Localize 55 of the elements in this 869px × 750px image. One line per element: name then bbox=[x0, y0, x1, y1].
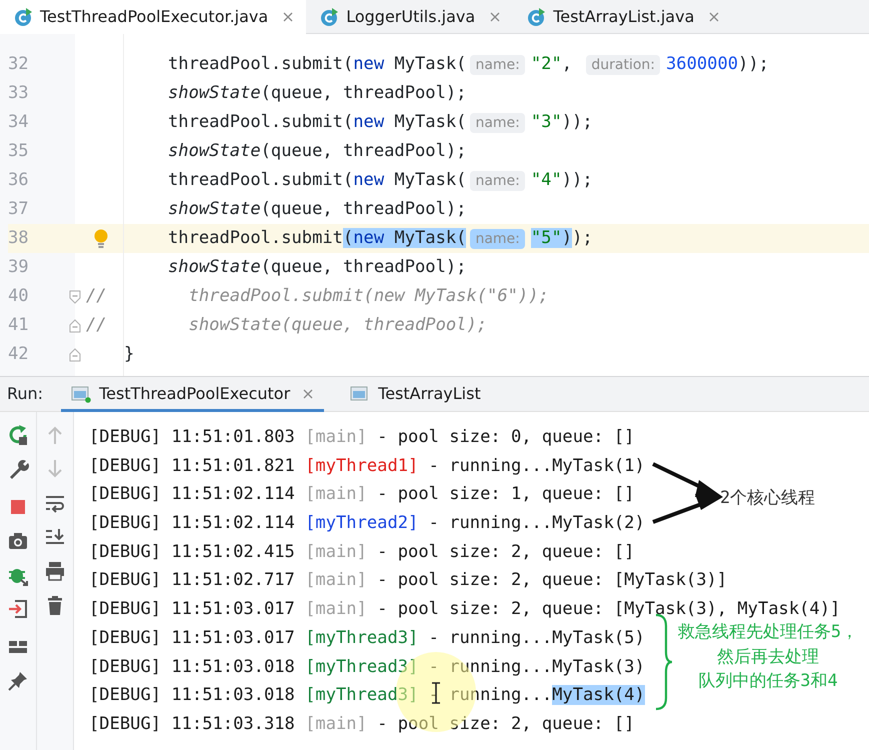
code-line: showState(queue, threadPool); bbox=[167, 140, 468, 163]
camera-icon[interactable] bbox=[7, 530, 29, 552]
code-line: threadPool.submit(new MyTask( name: "4")); bbox=[167, 169, 594, 193]
print-icon[interactable] bbox=[44, 560, 66, 582]
pin-icon[interactable] bbox=[7, 670, 29, 692]
log-line: [DEBUG] 11:51:02.114 [main] - pool size: 1, queue: [] bbox=[89, 483, 634, 506]
exit-icon[interactable] bbox=[7, 598, 29, 620]
line-number: 36 bbox=[8, 170, 29, 190]
code-line: showState(queue, threadPool); bbox=[167, 256, 468, 279]
run-tab[interactable]: TestArrayList bbox=[340, 376, 491, 412]
line-number: 38 bbox=[8, 228, 29, 248]
line-number: 34 bbox=[8, 112, 29, 132]
editor-tab[interactable]: LoggerUtils.java bbox=[306, 0, 514, 34]
code-line: // threadPool.submit(new MyTask("6")); bbox=[86, 285, 550, 308]
line-number: 41 bbox=[8, 315, 29, 335]
running-console-icon bbox=[71, 385, 92, 403]
run-tab[interactable]: TestThreadPoolExecutor bbox=[61, 376, 324, 412]
line-number: 40 bbox=[8, 286, 29, 306]
log-line: [DEBUG] 11:51:02.114 [myThread2] - running...MyTask(2) bbox=[89, 512, 645, 536]
annotation-text: 然后再去处理 bbox=[717, 646, 819, 668]
line-number: 35 bbox=[8, 141, 29, 161]
run-label: Run: bbox=[6, 383, 44, 405]
log-line: [DEBUG] 11:51:02.717 [main] - pool size: 2, queue: [MyTask(3)] bbox=[89, 569, 728, 592]
log-line: [DEBUG] 11:51:03.017 [myThread3] - running...MyTask(5) bbox=[89, 626, 645, 650]
code-line: showState(queue, threadPool); bbox=[167, 82, 468, 105]
close-icon[interactable] bbox=[302, 388, 314, 400]
line-number: 39 bbox=[8, 257, 29, 277]
class-file-icon bbox=[320, 8, 338, 26]
close-icon[interactable] bbox=[282, 11, 294, 23]
code-line: showState(queue, threadPool); bbox=[167, 198, 468, 221]
close-icon[interactable] bbox=[489, 11, 502, 23]
annotation-text: 救急线程先处理任务5， bbox=[678, 621, 858, 644]
annotation-text: 2个核心线程 bbox=[720, 487, 816, 510]
editor-tab[interactable]: TestArrayList.java bbox=[513, 0, 732, 34]
log-line: [DEBUG] 11:51:03.017 [main] - pool size: 2, queue: [MyTask(3), MyTask(4)] bbox=[89, 598, 840, 622]
line-number: 32 bbox=[8, 54, 29, 74]
line-number: 37 bbox=[8, 199, 29, 219]
class-file-icon bbox=[14, 8, 32, 26]
code-line: // showState(queue, threadPool); bbox=[86, 314, 488, 337]
log-line: [DEBUG] 11:51:02.415 [main] - pool size: 2, queue: [] bbox=[89, 540, 634, 564]
code-line: threadPool.submit(new MyTask( name: "3")); bbox=[167, 111, 594, 135]
code-line: threadPool.submit(new MyTask( name: "2", duration: 3600000)); bbox=[167, 53, 770, 77]
console-icon bbox=[350, 385, 370, 403]
log-line: [DEBUG] 11:51:03.318 [main] - pool size: 2, queue: [] bbox=[89, 712, 634, 736]
code-line: } bbox=[124, 343, 136, 366]
log-line: [DEBUG] 11:51:03.018 [myThread3] - running...MyTask(3) bbox=[89, 656, 645, 678]
class-file-icon bbox=[527, 8, 546, 26]
editor-tab[interactable]: TestThreadPoolExecutor.java bbox=[0, 0, 306, 34]
line-number: 33 bbox=[8, 83, 29, 103]
log-line: [DEBUG] 11:51:01.803 [main] - pool size: 0, queue: [] bbox=[89, 426, 634, 449]
close-icon[interactable] bbox=[708, 11, 720, 23]
log-line: [DEBUG] 11:51:01.821 [myThread1] - running...MyTask(1) bbox=[89, 454, 645, 478]
line-number: 42 bbox=[8, 344, 29, 364]
annotation-text: 队列中的任务3和4 bbox=[698, 670, 838, 693]
rerun-icon[interactable] bbox=[7, 424, 29, 446]
